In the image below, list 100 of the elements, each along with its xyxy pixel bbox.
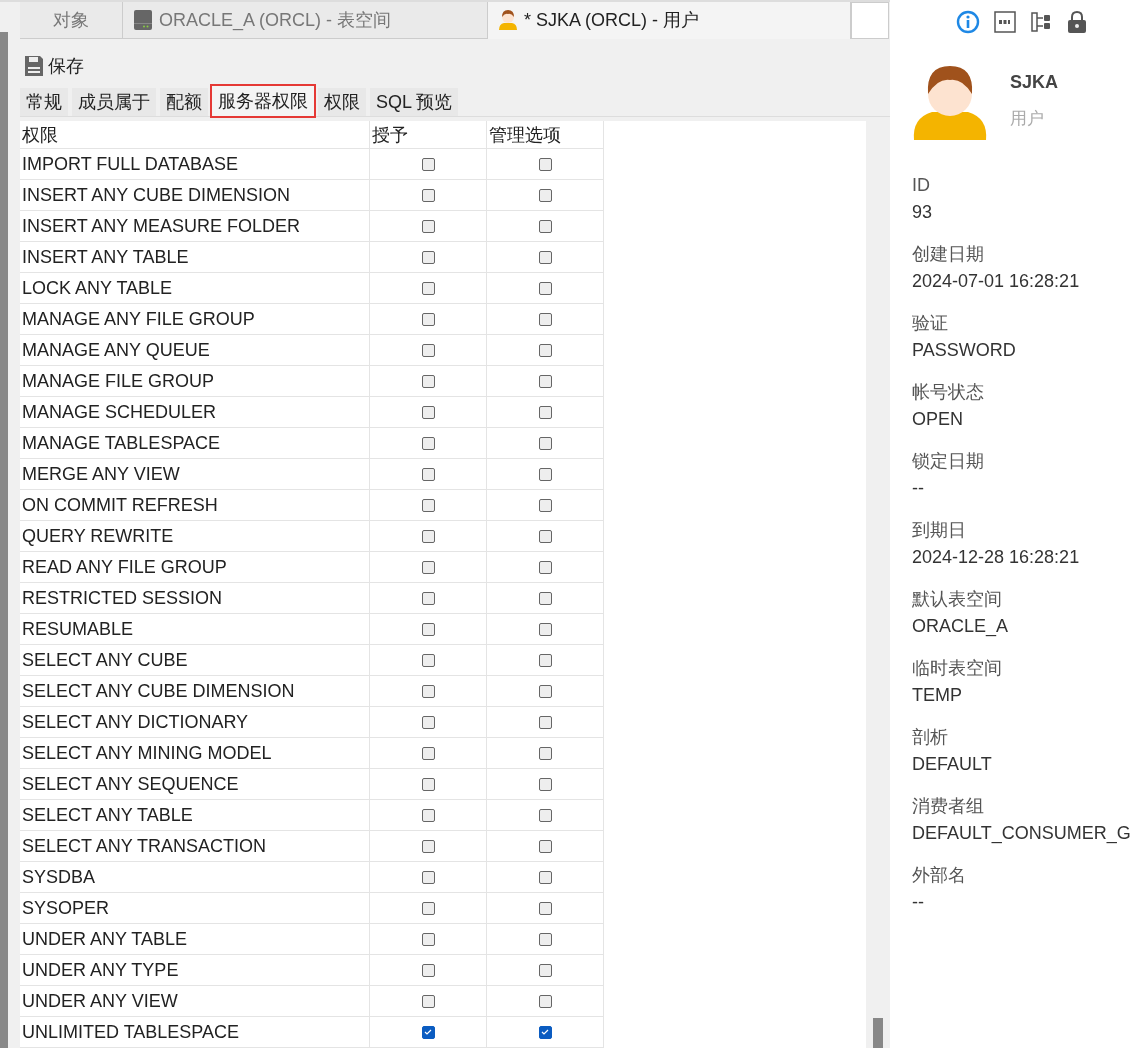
- checkbox[interactable]: [538, 157, 552, 171]
- checkbox[interactable]: [538, 405, 552, 419]
- tab[interactable]: 成员属于: [72, 88, 156, 116]
- checkbox[interactable]: [538, 1025, 552, 1039]
- tab[interactable]: 权限: [318, 88, 366, 116]
- checkbox[interactable]: [538, 250, 552, 264]
- table-cell: MERGE ANY VIEW: [20, 459, 370, 490]
- checkbox[interactable]: [421, 498, 435, 512]
- checkbox[interactable]: [538, 591, 552, 605]
- checkbox[interactable]: [538, 932, 552, 946]
- checkbox[interactable]: [421, 932, 435, 946]
- checkbox[interactable]: [421, 715, 435, 729]
- tab[interactable]: 常规: [20, 88, 68, 116]
- checkbox[interactable]: [421, 746, 435, 760]
- checkbox[interactable]: [538, 994, 552, 1008]
- table-cell: SYSOPER: [20, 893, 370, 924]
- checkbox[interactable]: [421, 436, 435, 450]
- checkbox[interactable]: [538, 343, 552, 357]
- save-button[interactable]: 保存: [20, 51, 88, 82]
- table-cell: SELECT ANY SEQUENCE: [20, 769, 370, 800]
- checkbox[interactable]: [421, 777, 435, 791]
- table-cell: SYSDBA: [20, 862, 370, 893]
- checkbox[interactable]: [538, 622, 552, 636]
- property-value: OPEN: [912, 408, 964, 431]
- property-label: 验证: [912, 312, 949, 335]
- checkbox[interactable]: [421, 281, 435, 295]
- property-label: 帐号状态: [912, 381, 985, 404]
- checkbox[interactable]: [421, 405, 435, 419]
- table-cell: RESUMABLE: [20, 614, 370, 645]
- checkbox[interactable]: [538, 839, 552, 853]
- table-cell: SELECT ANY CUBE: [20, 645, 370, 676]
- tab[interactable]: 服务器权限: [212, 86, 314, 116]
- document-tab[interactable]: * SJKA (ORCL) - 用户: [488, 2, 851, 39]
- checkbox[interactable]: [538, 963, 552, 977]
- checkbox[interactable]: [421, 1025, 435, 1039]
- table-cell: MANAGE ANY QUEUE: [20, 335, 370, 366]
- checkbox[interactable]: [538, 436, 552, 450]
- table-cell: SELECT ANY TRANSACTION: [20, 831, 370, 862]
- property-value: PASSWORD: [912, 339, 1017, 362]
- scrollbar-thumb[interactable]: [873, 1018, 883, 1048]
- document-tab[interactable]: 对象: [20, 2, 123, 39]
- checkbox[interactable]: [421, 312, 435, 326]
- checkbox[interactable]: [421, 684, 435, 698]
- property-label: ID: [912, 174, 931, 197]
- checkbox[interactable]: [538, 188, 552, 202]
- checkbox[interactable]: [538, 653, 552, 667]
- property-value: DEFAULT_CONSUMER_G: [912, 822, 1132, 846]
- checkbox[interactable]: [421, 901, 435, 915]
- table-cell: SELECT ANY MINING MODEL: [20, 738, 370, 769]
- check-icon: [424, 1029, 432, 1035]
- checkbox[interactable]: [421, 870, 435, 884]
- checkbox[interactable]: [421, 591, 435, 605]
- checkbox[interactable]: [538, 870, 552, 884]
- checkbox[interactable]: [421, 219, 435, 233]
- tab[interactable]: SQL 预览: [370, 88, 459, 116]
- user-type: 用户: [1010, 108, 1045, 130]
- lock-icon[interactable]: [1066, 10, 1088, 34]
- checkbox[interactable]: [538, 529, 552, 543]
- checkbox[interactable]: [538, 498, 552, 512]
- document-tab[interactable]: ORACLE_A (ORCL) - 表空间: [123, 2, 488, 39]
- checkbox[interactable]: [421, 250, 435, 264]
- tab[interactable]: 配额: [160, 88, 208, 116]
- table-cell: SELECT ANY CUBE DIMENSION: [20, 676, 370, 707]
- checkbox[interactable]: [538, 281, 552, 295]
- property-label: 默认表空间: [912, 588, 1003, 611]
- checkbox[interactable]: [421, 343, 435, 357]
- checkbox[interactable]: [538, 901, 552, 915]
- checkbox[interactable]: [538, 746, 552, 760]
- table-cell: UNLIMITED TABLESPACE: [20, 1017, 370, 1048]
- checkbox[interactable]: [421, 963, 435, 977]
- checkbox[interactable]: [421, 467, 435, 481]
- checkbox[interactable]: [538, 312, 552, 326]
- checkbox[interactable]: [421, 157, 435, 171]
- checkbox[interactable]: [421, 374, 435, 388]
- checkbox[interactable]: [421, 839, 435, 853]
- ddl-icon[interactable]: [994, 11, 1016, 33]
- checkbox[interactable]: [538, 684, 552, 698]
- checkbox[interactable]: [538, 777, 552, 791]
- checkbox[interactable]: [421, 653, 435, 667]
- scrollbar[interactable]: [866, 121, 890, 1048]
- checkbox[interactable]: [421, 622, 435, 636]
- checkbox[interactable]: [538, 374, 552, 388]
- table-cell: ON COMMIT REFRESH: [20, 490, 370, 521]
- checkbox[interactable]: [421, 808, 435, 822]
- checkbox[interactable]: [538, 715, 552, 729]
- checkbox[interactable]: [421, 188, 435, 202]
- checkbox[interactable]: [538, 808, 552, 822]
- checkbox[interactable]: [421, 560, 435, 574]
- table-cell: MANAGE SCHEDULER: [20, 397, 370, 428]
- checkbox[interactable]: [538, 467, 552, 481]
- hierarchy-icon[interactable]: [1030, 11, 1052, 33]
- checkbox[interactable]: [421, 994, 435, 1008]
- checkbox[interactable]: [538, 560, 552, 574]
- table-cell: INSERT ANY CUBE DIMENSION: [20, 180, 370, 211]
- info-icon[interactable]: [956, 10, 980, 34]
- checkbox[interactable]: [421, 529, 435, 543]
- checkbox[interactable]: [538, 219, 552, 233]
- property-label: 到期日: [912, 519, 967, 542]
- drive-icon: [133, 8, 153, 31]
- property-label: 创建日期: [912, 243, 985, 266]
